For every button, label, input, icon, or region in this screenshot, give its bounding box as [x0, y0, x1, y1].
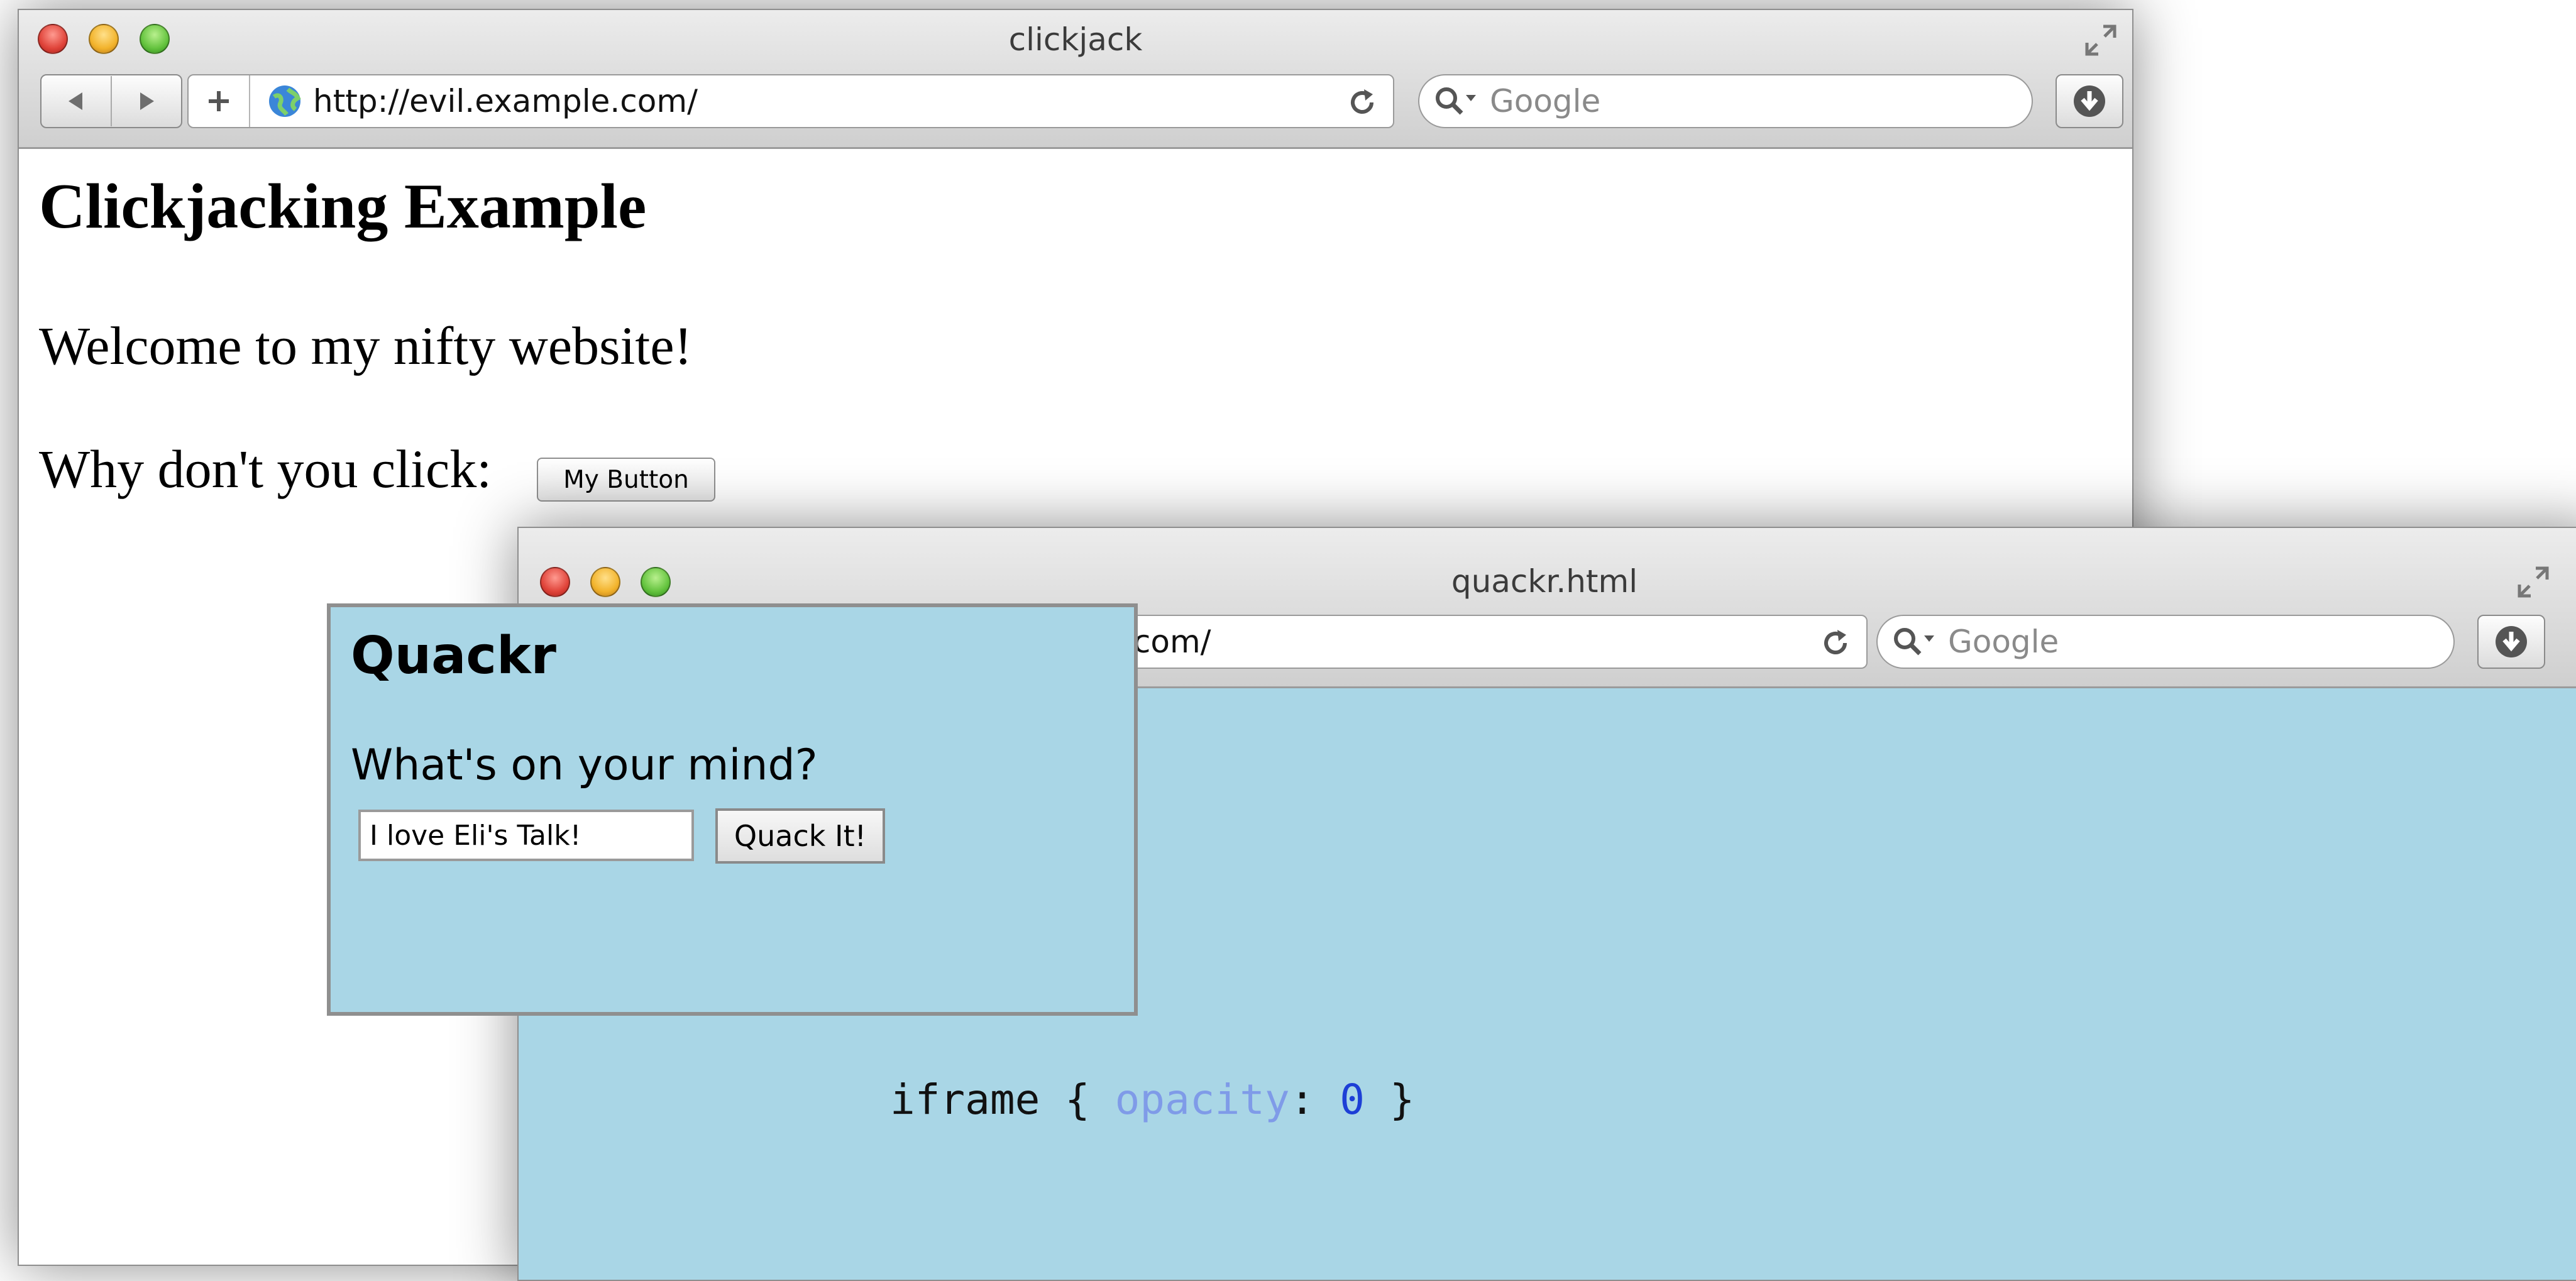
- page-heading: Clickjacking Example: [39, 171, 647, 242]
- css-close-brace: }: [1389, 1075, 1415, 1124]
- back-arrow-icon[interactable]: [41, 76, 112, 126]
- css-value: 0: [1340, 1075, 1365, 1124]
- back-forward-buttons: [40, 74, 182, 128]
- search-field[interactable]: Google: [1876, 615, 2455, 669]
- search-icon: [1891, 625, 1939, 658]
- search-placeholder: Google: [1948, 624, 2059, 660]
- plus-icon[interactable]: [189, 75, 250, 127]
- search-placeholder: Google: [1490, 83, 1601, 119]
- quack-it-label: Quack It!: [734, 819, 867, 853]
- css-colon: :: [1289, 1075, 1315, 1124]
- reload-icon[interactable]: [1345, 85, 1379, 119]
- downloads-button[interactable]: [2056, 74, 2123, 128]
- window-title: clickjack: [1008, 21, 1143, 58]
- quack-text-input[interactable]: I love Eli's Talk!: [358, 810, 694, 861]
- evil-browser-toolbar: clickjack http://evil.example.com/ Googl…: [19, 10, 2132, 149]
- download-icon: [2494, 624, 2529, 659]
- css-open-brace: {: [1065, 1075, 1090, 1124]
- quack-input-value: I love Eli's Talk!: [370, 819, 581, 852]
- fullscreen-icon[interactable]: [2514, 563, 2552, 601]
- quackr-iframe: Quackr What's on your mind? I love Eli's…: [327, 603, 1138, 1016]
- my-button[interactable]: My Button: [537, 458, 715, 502]
- css-property: opacity: [1115, 1075, 1290, 1124]
- download-icon: [2072, 84, 2107, 119]
- click-prompt: Why don't you click:: [39, 439, 492, 499]
- search-field[interactable]: Google: [1418, 74, 2033, 128]
- quackr-question: What's on your mind?: [351, 740, 818, 790]
- quackr-brand: Quackr: [351, 626, 556, 686]
- css-selector: iframe: [889, 1075, 1040, 1124]
- globe-icon: [268, 84, 302, 118]
- css-snippet: iframe { opacity: 0 }: [790, 1027, 1415, 1172]
- address-bar[interactable]: http://evil.example.com/: [187, 74, 1394, 128]
- quack-it-button[interactable]: Quack It!: [715, 808, 885, 864]
- window-title: quackr.html: [1451, 563, 1638, 600]
- welcome-text: Welcome to my nifty website!: [39, 316, 693, 376]
- downloads-button[interactable]: [2477, 615, 2545, 669]
- reload-icon[interactable]: [1819, 626, 1852, 660]
- forward-arrow-icon[interactable]: [112, 76, 181, 126]
- fullscreen-icon[interactable]: [2082, 21, 2120, 59]
- address-bar[interactable]: .com/: [1122, 615, 1868, 669]
- url-text: http://evil.example.com/: [313, 83, 698, 119]
- search-icon: [1433, 85, 1481, 118]
